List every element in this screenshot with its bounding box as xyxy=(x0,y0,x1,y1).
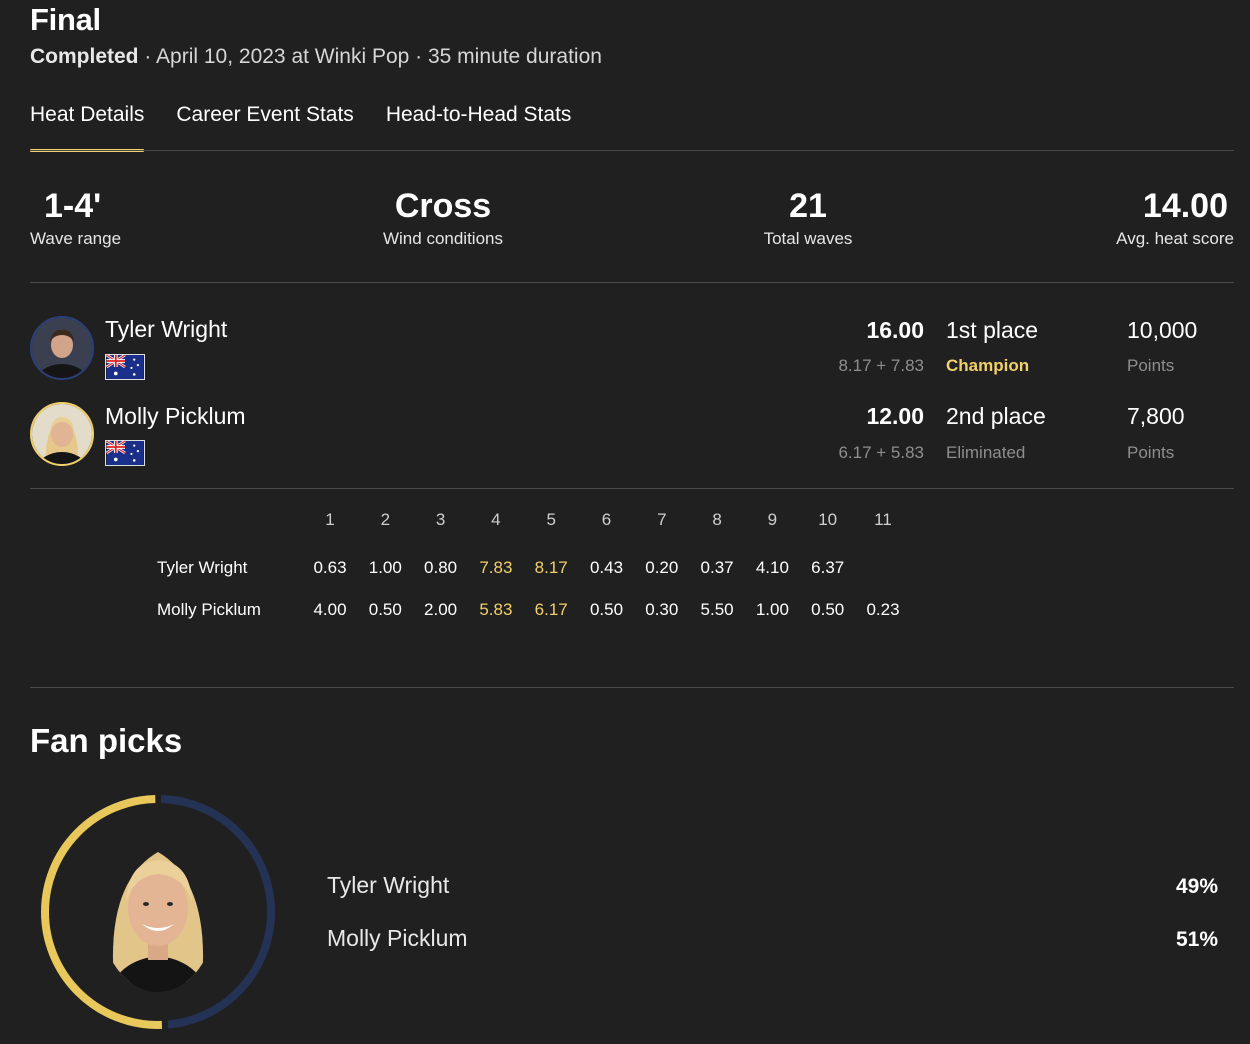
heat-total-score: 16.00 xyxy=(866,317,924,343)
score-breakdown: 8.17 + 7.83 xyxy=(838,356,924,375)
wave-score: 5.50 xyxy=(700,600,734,619)
fan-pick-name: Molly Picklum xyxy=(327,925,468,951)
page-title: Final xyxy=(30,2,101,37)
wave-score: 0.23 xyxy=(866,600,900,619)
wave-number-header: 11 xyxy=(874,510,892,529)
wave-score: 2.00 xyxy=(424,600,458,619)
wave-score: 0.63 xyxy=(313,558,347,577)
wave-score: 0.20 xyxy=(645,558,679,577)
heat-status: Completed xyxy=(30,45,139,68)
surfers-divider xyxy=(30,488,1234,489)
stat-wind-conditions: Cross Wind conditions xyxy=(363,186,523,249)
fan-pick-percent: 49% xyxy=(1175,875,1218,898)
surfer-name[interactable]: Tyler Wright xyxy=(105,316,227,343)
wave-number-header: 7 xyxy=(657,510,667,529)
fan-picks-donut xyxy=(38,792,278,1032)
wave-score-counting: 5.83 xyxy=(479,600,513,619)
fan-favorite-photo xyxy=(100,832,216,992)
tab-head-to-head-stats[interactable]: Head-to-Head Stats xyxy=(386,103,572,149)
result-badge: Eliminated xyxy=(946,443,1026,462)
wave-score: 0.50 xyxy=(811,600,845,619)
surfer-name[interactable]: Molly Picklum xyxy=(105,403,246,430)
stat-value: 21 xyxy=(789,187,827,225)
stat-avg-heat-score: 14.00 Avg. heat score xyxy=(1094,186,1234,249)
fan-picks-title: Fan picks xyxy=(30,722,183,759)
wave-number-header: 8 xyxy=(712,510,722,529)
stat-value: 1-4' xyxy=(44,187,102,225)
result-badge: Champion xyxy=(946,356,1030,375)
points-label: Points xyxy=(1127,356,1175,375)
wave-score: 0.50 xyxy=(589,600,624,619)
australia-flag-icon xyxy=(105,353,145,385)
heat-subtitle: Completed · April 10, 2023 at Winki Pop … xyxy=(30,45,602,69)
tabs-divider xyxy=(30,150,1234,151)
stat-label: Wave range xyxy=(30,229,122,248)
stat-label: Wind conditions xyxy=(382,229,503,248)
wave-row-surfer-name: Tyler Wright xyxy=(157,558,248,577)
wave-score: 1.00 xyxy=(755,600,789,619)
wave-score: 0.43 xyxy=(589,558,624,577)
fan-pick-name: Tyler Wright xyxy=(327,872,450,898)
placing: 2nd place xyxy=(946,403,1046,429)
stat-wave-range: 1-4' Wave range xyxy=(30,186,130,249)
points-label: Points xyxy=(1127,443,1175,462)
stat-label: Avg. heat score xyxy=(1116,229,1234,248)
fan-pick-percent: 51% xyxy=(1175,928,1218,951)
tab-career-event-stats[interactable]: Career Event Stats xyxy=(176,103,353,149)
avatar-tyler-wright[interactable] xyxy=(30,316,94,380)
wave-number-header: 10 xyxy=(818,510,838,529)
wave-number-header: 2 xyxy=(380,510,391,529)
wave-score: 1.00 xyxy=(368,558,402,577)
stat-value: Cross xyxy=(394,187,492,225)
wave-score: 4.00 xyxy=(313,600,347,619)
wave-score: 0.37 xyxy=(700,558,734,577)
stat-label: Total waves xyxy=(763,229,853,248)
wave-score: 4.10 xyxy=(755,558,789,577)
wave-score: 0.50 xyxy=(368,600,402,619)
wave-number-header: 4 xyxy=(491,510,501,529)
avatar-molly-picklum[interactable] xyxy=(30,402,94,466)
wave-number-header: 9 xyxy=(767,510,778,529)
heat-details: · April 10, 2023 at Winki Pop · 35 minut… xyxy=(138,45,602,68)
wave-score-counting: 8.17 xyxy=(534,558,568,577)
stat-total-waves: 21 Total waves xyxy=(748,186,868,249)
tab-heat-details[interactable]: Heat Details xyxy=(30,103,145,152)
wave-number-header: 3 xyxy=(435,510,446,529)
heat-total-score: 12.00 xyxy=(866,403,924,429)
stats-divider xyxy=(30,282,1234,283)
wave-number-header: 5 xyxy=(546,510,556,529)
points-value: 10,000 xyxy=(1127,317,1198,343)
tab-bar: Heat Details Career Event Stats Head-to-… xyxy=(30,103,572,152)
placing: 1st place xyxy=(946,317,1039,343)
wave-score: 6.37 xyxy=(811,558,845,577)
table-divider xyxy=(30,687,1234,688)
australia-flag-icon xyxy=(105,439,145,471)
wave-score-counting: 7.83 xyxy=(479,558,513,577)
wave-row-surfer-name: Molly Picklum xyxy=(157,600,261,619)
wave-number-header: 1 xyxy=(325,510,335,529)
wave-score: 0.80 xyxy=(424,558,458,577)
points-value: 7,800 xyxy=(1127,403,1185,429)
score-breakdown: 6.17 + 5.83 xyxy=(838,443,924,462)
stat-value: 14.00 xyxy=(1142,187,1228,225)
wave-number-header: 6 xyxy=(601,510,612,529)
wave-score: 0.30 xyxy=(645,600,679,619)
wave-score-counting: 6.17 xyxy=(534,600,568,619)
